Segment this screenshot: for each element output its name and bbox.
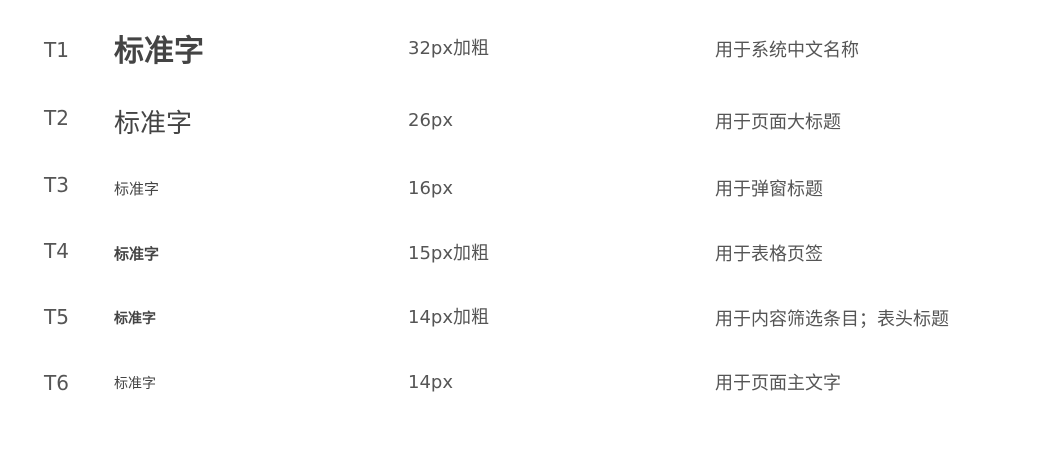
usage-description: 用于页面主文字 bbox=[715, 373, 841, 394]
sample-text: 标准字 bbox=[114, 311, 156, 327]
font-spec: 14px加粗 bbox=[408, 307, 489, 328]
font-spec: 14px bbox=[408, 372, 453, 393]
table-row: T3 标准字 16px 用于弹窗标题 bbox=[0, 170, 1048, 230]
table-row: T5 标准字 14px加粗 用于内容筛选条目；表头标题 bbox=[0, 300, 1048, 360]
usage-description: 用于内容筛选条目；表头标题 bbox=[715, 309, 949, 330]
style-code: T6 bbox=[44, 371, 69, 395]
table-row: T4 标准字 15px加粗 用于表格页签 bbox=[0, 236, 1048, 296]
table-row: T6 标准字 14px 用于页面主文字 bbox=[0, 364, 1048, 424]
usage-description: 用于页面大标题 bbox=[715, 112, 841, 133]
usage-description: 用于系统中文名称 bbox=[715, 40, 859, 61]
style-code: T3 bbox=[44, 173, 69, 197]
style-code: T4 bbox=[44, 239, 69, 263]
table-row: T1 标准字 32px加粗 用于系统中文名称 bbox=[0, 30, 1048, 90]
style-code: T5 bbox=[44, 305, 69, 329]
style-code: T2 bbox=[44, 106, 69, 130]
sample-text: 标准字 bbox=[114, 109, 193, 139]
usage-description: 用于弹窗标题 bbox=[715, 179, 823, 200]
sample-text: 标准字 bbox=[114, 180, 160, 198]
sample-text: 标准字 bbox=[114, 34, 204, 69]
sample-text: 标准字 bbox=[114, 245, 160, 263]
font-spec: 32px加粗 bbox=[408, 38, 489, 59]
style-code: T1 bbox=[44, 38, 69, 62]
font-spec: 15px加粗 bbox=[408, 243, 489, 264]
table-row: T2 标准字 26px 用于页面大标题 bbox=[0, 100, 1048, 160]
font-spec: 26px bbox=[408, 110, 453, 131]
usage-description: 用于表格页签 bbox=[715, 244, 823, 265]
sample-text: 标准字 bbox=[114, 376, 156, 392]
font-spec: 16px bbox=[408, 178, 453, 199]
